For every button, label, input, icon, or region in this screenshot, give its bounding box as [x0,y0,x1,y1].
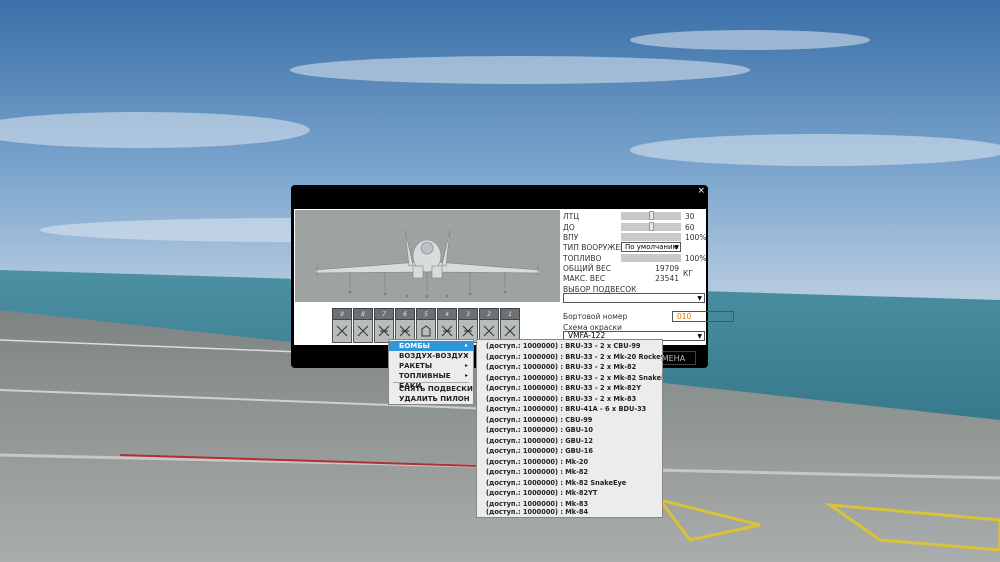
vpu-label: ВПУ [563,233,579,242]
do-value: 60 [685,223,695,232]
pylon-1[interactable]: 1 [500,308,520,343]
menu-item-air-to-air[interactable]: ВОЗДУХ-ВОЗДУХ ▸ [389,351,473,361]
pylon-8[interactable]: 8 [353,308,373,343]
pylon-strip: 9 8 7 6 5 4 3 2 1 [332,308,525,343]
pylon-4[interactable]: 4 [437,308,457,343]
pylon-number: 5 [416,308,436,320]
chevron-right-icon: ▸ [464,342,468,349]
submenu-item[interactable]: (доступ.: 1000000) : Mk-82YT [477,488,662,498]
menu-separator [393,382,469,383]
menu-item-bombs[interactable]: БОМБЫ ▸ [389,341,473,351]
tail-number-input[interactable]: 010 [672,311,734,322]
max-weight-value: 23541 [655,274,679,283]
pylon-slot[interactable] [353,320,373,343]
ltc-slider-knob[interactable] [649,211,654,220]
station-x-icon [483,325,495,337]
chevron-down-icon: ▼ [674,244,679,251]
pylon-number: 2 [479,308,499,320]
station-rack-icon [441,325,453,337]
vpu-bar [621,233,681,241]
submenu-item[interactable]: (доступ.: 1000000) : Mk-82 SnakeEye [477,478,662,488]
submenu-item[interactable]: (доступ.: 1000000) : BRU-33 - 2 x Mk-82 … [477,373,662,383]
fuel-label: ТОПЛИВО [563,254,602,263]
submenu-item[interactable]: (доступ.: 1000000) : Mk-84 [477,507,662,517]
fuel-bar[interactable] [621,254,681,262]
pylon-number: 9 [332,308,352,320]
pylon-number: 8 [353,308,373,320]
weapon-type-row: ТИП ВООРУЖЕН По умолчанию ▼ [563,242,703,253]
station-rack-icon [399,325,411,337]
max-weight-label: МАКС. ВЕС [563,274,606,283]
pylon-2[interactable]: 2 [479,308,499,343]
submenu-item[interactable]: (доступ.: 1000000) : GBU-12 [477,436,662,446]
submenu-item[interactable]: (доступ.: 1000000) : BRU-41A - 6 x BDU-3… [477,404,662,414]
menu-item-rockets[interactable]: РАКЕТЫ ▸ [389,361,473,371]
pylon-slot[interactable] [332,320,352,343]
menu-item-label: ВОЗДУХ-ВОЗДУХ [399,352,469,360]
menu-item-label: РАКЕТЫ [399,362,433,370]
weapon-type-value: По умолчанию [625,243,679,251]
do-slider[interactable] [621,222,681,231]
menu-item-label: БОМБЫ [399,342,430,350]
loadout-panel: 9 8 7 6 5 4 3 2 1 ЛТЦ 30 ДО 60 ВПУ 100% … [294,209,734,345]
total-weight-value: 19709 [655,264,679,273]
submenu-item[interactable]: (доступ.: 1000000) : Mk-82 [477,467,662,477]
chevron-right-icon: ▸ [464,362,468,369]
tail-number-label: Бортовой номер [563,312,628,321]
vpu-value: 100% [685,233,707,242]
menu-item-label: УДАЛИТЬ ПИЛОН [399,395,470,403]
chevron-down-icon: ▼ [697,333,702,340]
total-weight-label: ОБЩИЙ ВЕС [563,264,611,273]
station-tank-icon [421,325,431,337]
station-rack-icon [378,325,390,337]
do-slider-knob[interactable] [649,222,654,231]
aircraft-front-silhouette [314,229,541,298]
pylon-number: 6 [395,308,415,320]
pylon-6[interactable]: 6 [395,308,415,343]
submenu-item[interactable]: (доступ.: 1000000) : BRU-33 - 2 x Mk-82 [477,362,662,372]
ltc-slider[interactable] [621,211,681,220]
ltc-value: 30 [685,212,695,221]
menu-item-delete-pylon[interactable]: УДАЛИТЬ ПИЛОН [389,394,473,404]
close-icon[interactable]: × [697,187,705,196]
pylon-7[interactable]: 7 [374,308,394,343]
chevron-right-icon: ▸ [464,352,468,359]
submenu-item[interactable]: (доступ.: 1000000) : BRU-33 - 2 x Mk-20 … [477,352,662,362]
weight-unit: КГ [683,269,693,278]
pylon-number: 7 [374,308,394,320]
weapon-type-select[interactable]: По умолчанию ▼ [621,242,681,252]
station-x-icon [504,325,516,337]
ltc-label: ЛТЦ [563,212,580,221]
pylon-3[interactable]: 3 [458,308,478,343]
do-label: ДО [563,223,575,232]
station-x-icon [357,325,369,337]
station-x-icon [336,325,348,337]
menu-item-fuel-tanks[interactable]: ТОПЛИВНЫЕ БАКИ ▸ [389,371,473,390]
loadout-select[interactable]: ▼ [563,293,705,303]
station-rack-icon [462,325,474,337]
pylon-5[interactable]: 5 [416,308,436,343]
menu-item-label: СНЯТЬ ПОДВЕСКИ [399,385,473,393]
weight-rows: ОБЩИЙ ВЕС 19709 МАКС. ВЕС 23541 КГ [563,263,703,285]
pylon-number: 4 [437,308,457,320]
submenu-item[interactable]: (доступ.: 1000000) : BRU-33 - 2 x Mk-83 [477,394,662,404]
pylon-9[interactable]: 9 [332,308,352,343]
chevron-down-icon: ▼ [697,295,702,302]
pylon-number: 1 [500,308,520,320]
submenu-item[interactable]: (доступ.: 1000000) : GBU-10 [477,425,662,435]
aircraft-preview [295,210,560,302]
ltc-row: ЛТЦ 30 [563,211,703,222]
bombs-submenu: (доступ.: 1000000) : BRU-33 - 2 x CBU-99… [476,339,663,518]
chevron-right-icon: ▸ [464,372,468,379]
fuel-value: 100% [685,254,707,263]
submenu-item[interactable]: (доступ.: 1000000) : Mk-20 [477,457,662,467]
submenu-item[interactable]: (доступ.: 1000000) : CBU-99 [477,415,662,425]
submenu-item[interactable]: (доступ.: 1000000) : GBU-16 [477,446,662,456]
pylon-context-menu: БОМБЫ ▸ ВОЗДУХ-ВОЗДУХ ▸ РАКЕТЫ ▸ ТОПЛИВН… [388,339,474,405]
menu-item-remove-stores[interactable]: СНЯТЬ ПОДВЕСКИ [389,384,473,394]
weapon-type-label: ТИП ВООРУЖЕН [563,243,626,252]
submenu-item[interactable]: (доступ.: 1000000) : BRU-33 - 2 x Mk-82Y [477,383,662,393]
submenu-item[interactable]: (доступ.: 1000000) : BRU-33 - 2 x CBU-99 [477,341,662,351]
pylon-number: 3 [458,308,478,320]
